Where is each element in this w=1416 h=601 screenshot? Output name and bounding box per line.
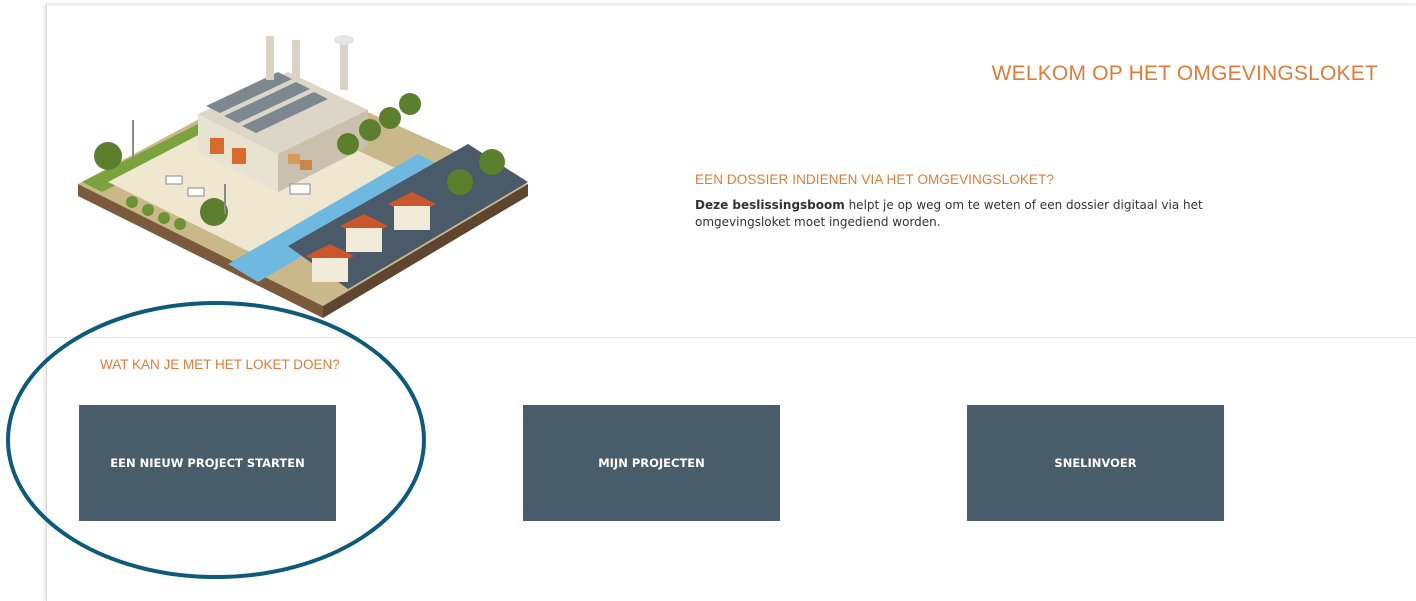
- illustration-graphic: [78, 35, 528, 318]
- section-divider: [46, 337, 1416, 338]
- dossier-description: Deze beslissingsboom helpt je op weg om …: [695, 197, 1235, 231]
- industrial-area-illustration: [78, 34, 528, 324]
- new-project-label: EEN NIEUW PROJECT STARTEN: [110, 456, 305, 470]
- page-title: WELKOM OP HET OMGEVINGSLOKET: [991, 62, 1378, 85]
- my-projects-button[interactable]: MIJN PROJECTEN: [523, 405, 780, 521]
- new-project-button[interactable]: EEN NIEUW PROJECT STARTEN: [79, 405, 336, 521]
- actions-heading: WAT KAN JE MET HET LOKET DOEN?: [100, 357, 340, 372]
- my-projects-label: MIJN PROJECTEN: [598, 456, 705, 470]
- decision-tree-link[interactable]: Deze beslissingsboom: [695, 198, 845, 212]
- quick-entry-button[interactable]: SNELINVOER: [967, 405, 1224, 521]
- dossier-heading: EEN DOSSIER INDIENEN VIA HET OMGEVINGSLO…: [695, 172, 1054, 187]
- quick-entry-label: SNELINVOER: [1054, 456, 1137, 470]
- dossier-info: EEN DOSSIER INDIENEN VIA HET OMGEVINGSLO…: [695, 172, 1235, 231]
